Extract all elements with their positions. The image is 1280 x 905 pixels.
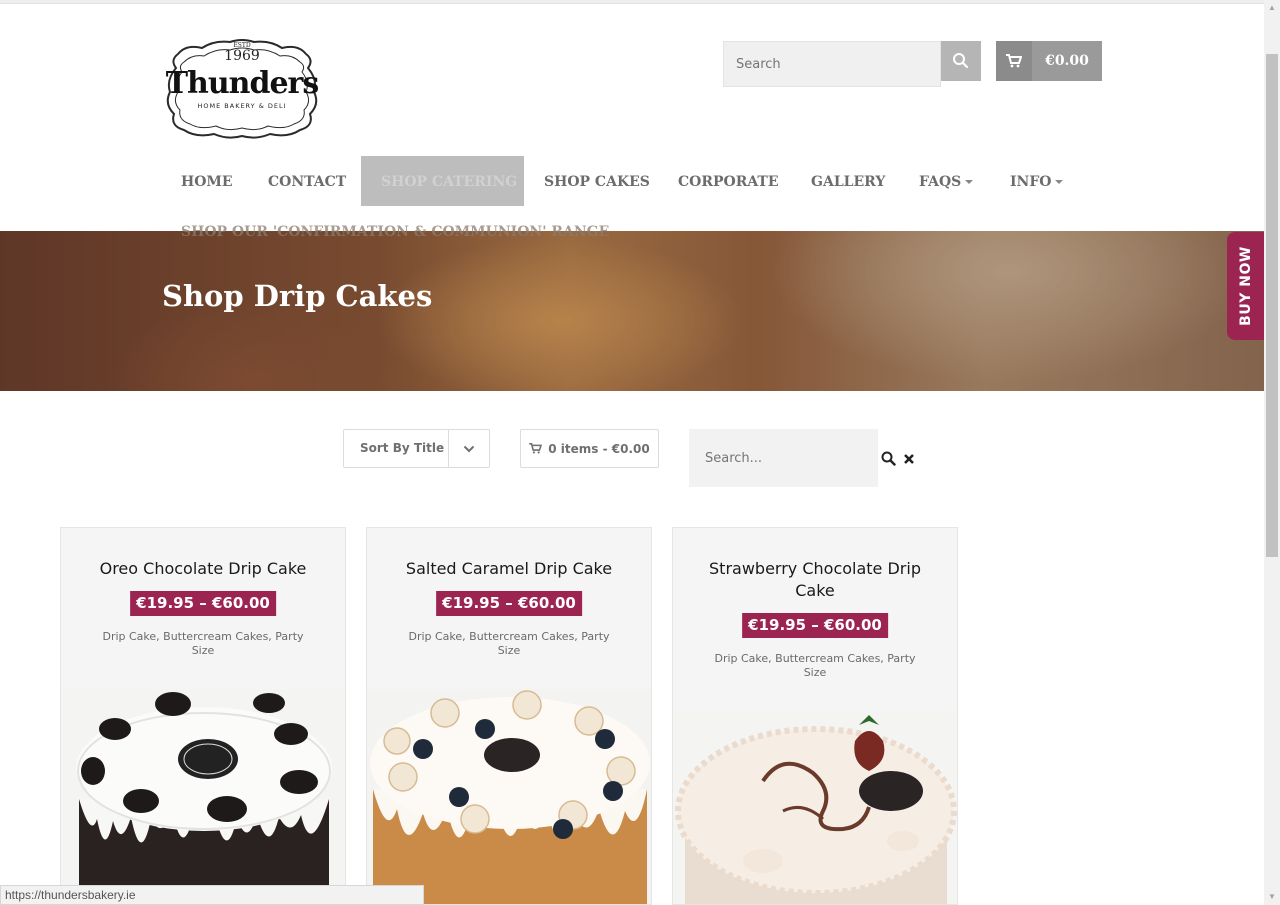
cart-total: €0.00 — [1045, 53, 1089, 69]
nav-home-label: HOME — [181, 174, 233, 190]
product-price: €19.95 – €60.00 — [742, 613, 888, 638]
nav-shop-catering[interactable]: SHOP CATERING — [361, 156, 524, 206]
header-cart-button[interactable]: €0.00 — [996, 41, 1102, 81]
product-price: €19.95 – €60.00 — [130, 591, 276, 616]
header-search-input[interactable] — [723, 41, 941, 87]
buy-now-tab[interactable]: BUY NOW — [1227, 232, 1264, 340]
scroll-down-icon[interactable]: ▼ — [1264, 889, 1280, 905]
sort-label: Sort By Title — [360, 441, 445, 455]
nav-confirmation-communion[interactable]: SHOP OUR 'CONFIRMATION & COMMUNION' RANG… — [181, 224, 609, 240]
product-categories: Drip Cake, Buttercream Cakes, Party Size — [714, 652, 916, 679]
logo-brand: Thunders — [165, 66, 320, 101]
nav-shop-cakes[interactable]: SHOP CAKES — [524, 156, 670, 206]
hero-banner: Shop Drip Cakes — [0, 231, 1264, 391]
top-border — [0, 0, 1264, 4]
buy-now-label: BUY NOW — [1237, 246, 1254, 326]
product-image[interactable] — [367, 689, 651, 904]
nav-info-label: INFO — [1010, 174, 1052, 190]
product-card[interactable]: Salted Caramel Drip Cake €19.95 – €60.00… — [366, 527, 652, 905]
search-icon — [953, 53, 969, 69]
mini-cart[interactable]: 0 items - €0.00 — [520, 429, 659, 468]
product-image[interactable] — [673, 711, 957, 904]
nav-contact[interactable]: CONTACT — [248, 156, 366, 206]
product-categories: Drip Cake, Buttercream Cakes, Party Size — [408, 630, 610, 657]
product-image[interactable] — [61, 689, 345, 904]
salted-caramel-cake-image — [367, 689, 651, 904]
nav-info[interactable]: INFO — [990, 156, 1083, 206]
oreo-cake-image — [61, 689, 345, 904]
scroll-up-icon[interactable]: ▲ — [1264, 0, 1280, 16]
nav-corporate-label: CORPORATE — [678, 174, 779, 190]
cart-icon — [529, 443, 543, 454]
logo-tagline: HOME BAKERY & DELI — [197, 102, 287, 110]
search-icon[interactable] — [881, 451, 896, 466]
product-search-input[interactable] — [689, 429, 878, 487]
page-scrollbar[interactable]: ▲ ▼ — [1264, 0, 1280, 905]
product-price: €19.95 – €60.00 — [436, 591, 582, 616]
sort-toggle[interactable] — [448, 430, 489, 467]
close-icon[interactable] — [902, 451, 916, 466]
product-title[interactable]: Salted Caramel Drip Cake — [367, 558, 651, 580]
nav-faqs-label: FAQS — [919, 174, 962, 190]
product-categories: Drip Cake, Buttercream Cakes, Party Size — [102, 630, 304, 657]
chevron-down-icon — [1055, 180, 1064, 184]
header-search-button[interactable] — [941, 41, 981, 81]
strawberry-cake-image — [673, 711, 957, 904]
nav-contact-label: CONTACT — [268, 174, 347, 190]
chevron-down-icon — [965, 180, 974, 184]
chevron-down-icon — [463, 445, 475, 452]
page-title: Shop Drip Cakes — [162, 279, 433, 313]
cart-icon — [1006, 54, 1022, 68]
product-card[interactable]: Strawberry Chocolate Drip Cake €19.95 – … — [672, 527, 958, 905]
nav-gallery[interactable]: GALLERY — [791, 156, 905, 206]
product-card[interactable]: Oreo Chocolate Drip Cake €19.95 – €60.00… — [60, 527, 346, 905]
site-logo[interactable]: ESTD 1969 Thunders HOME BAKERY & DELI — [164, 38, 320, 140]
nav-shop-cakes-label: SHOP CAKES — [544, 174, 650, 190]
nav-faqs[interactable]: FAQS — [899, 156, 993, 206]
status-bar-url: https://thundersbakery.ie — [0, 885, 424, 905]
mini-cart-label: 0 items - €0.00 — [548, 441, 650, 456]
product-title[interactable]: Oreo Chocolate Drip Cake — [61, 558, 345, 580]
nav-shop-catering-label: SHOP CATERING — [381, 174, 518, 190]
nav-gallery-label: GALLERY — [811, 174, 886, 190]
nav-corporate[interactable]: CORPORATE — [658, 156, 799, 206]
cart-icon-box — [996, 41, 1032, 81]
nav-home[interactable]: HOME — [161, 156, 253, 206]
logo-year: 1969 — [224, 48, 260, 64]
product-title[interactable]: Strawberry Chocolate Drip Cake — [673, 558, 957, 602]
scroll-thumb[interactable] — [1266, 54, 1278, 557]
sort-select[interactable]: Sort By Title — [343, 429, 490, 468]
